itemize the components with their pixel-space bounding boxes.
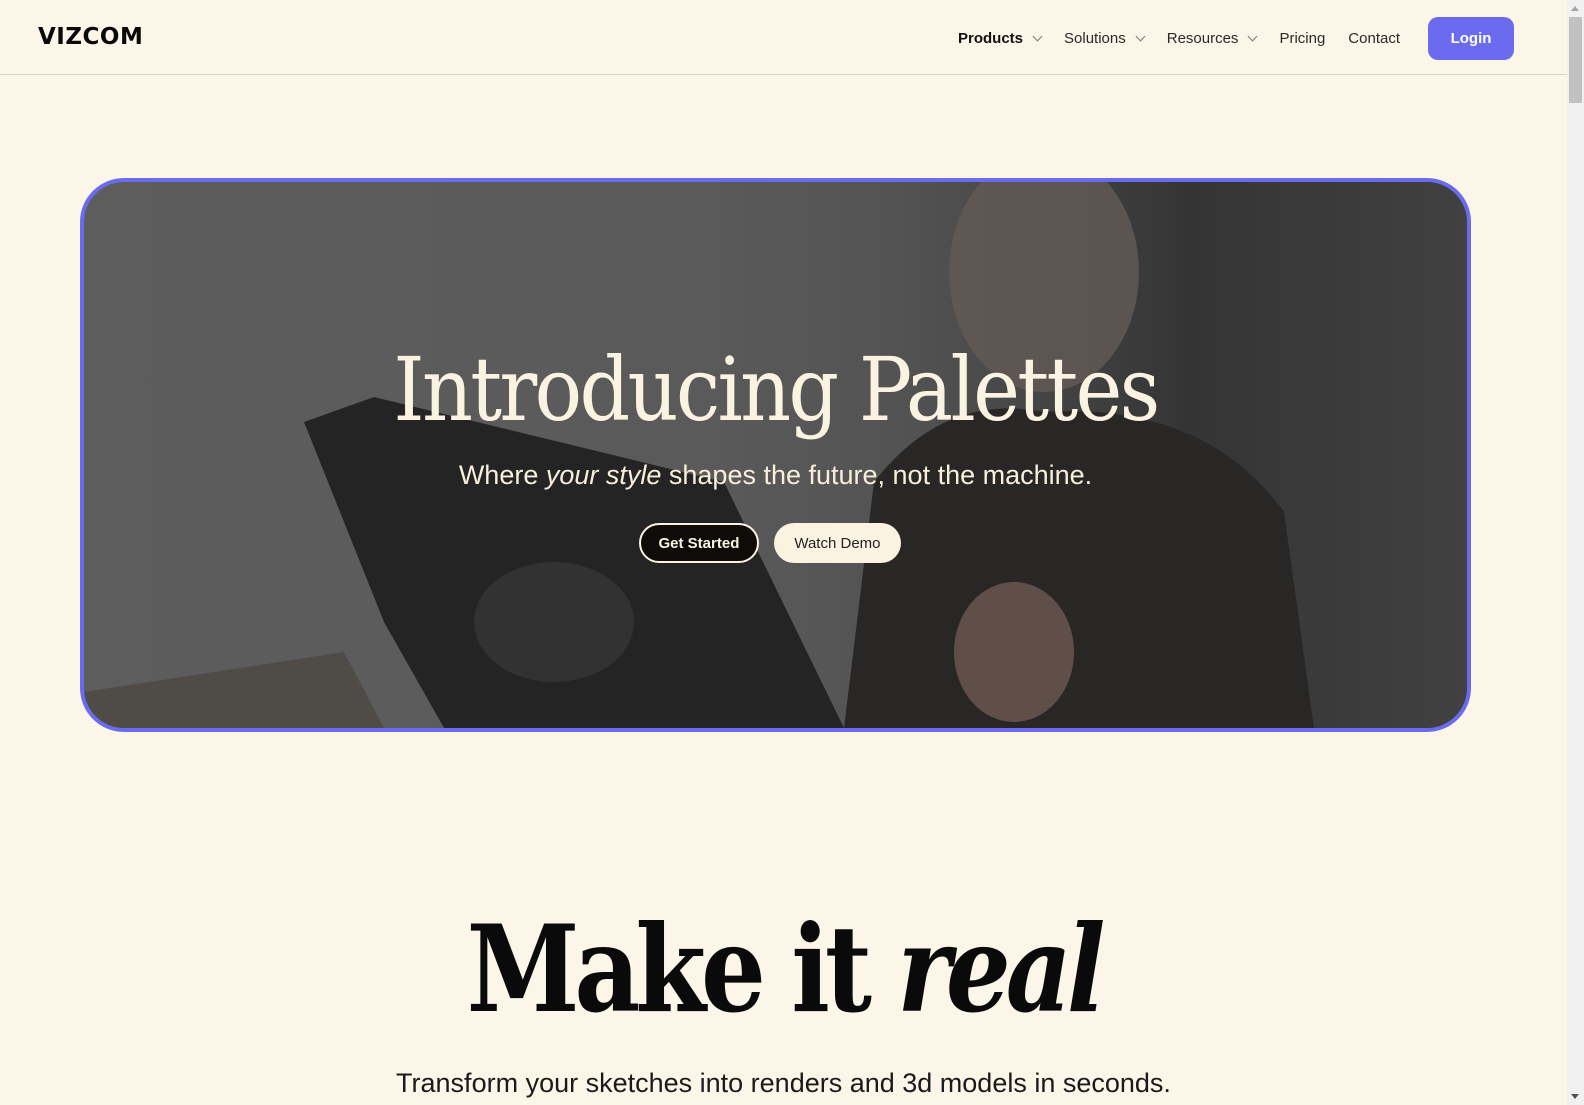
chevron-down-icon [1135, 31, 1146, 41]
watch-demo-button[interactable]: Watch Demo [774, 523, 901, 563]
scroll-down-arrow-icon[interactable] [1571, 1094, 1579, 1099]
hero-video-banner[interactable]: Introducing Palettes Where your style sh… [80, 178, 1471, 732]
hero-subtitle: Where your style shapes the future, not … [84, 460, 1467, 491]
nav-resources-label: Resources [1166, 29, 1239, 47]
vizcom-logo[interactable]: VIZCOM [38, 24, 143, 50]
nav-resources[interactable]: Resources [1166, 26, 1258, 50]
hero-actions: Get Started Watch Demo [84, 523, 1467, 563]
chevron-down-icon [1247, 31, 1258, 41]
section-title-plain: Make it [466, 899, 898, 1040]
nav-contact[interactable]: Contact [1348, 26, 1400, 50]
hero-subtitle-part: shapes the future, not the machine. [661, 460, 1093, 490]
nav-pricing[interactable]: Pricing [1279, 26, 1325, 50]
hero-subtitle-emphasis: your style [545, 460, 662, 490]
page-scrollbar[interactable] [1567, 0, 1584, 1105]
section-title-emphasis: real [897, 899, 1105, 1040]
scroll-thumb[interactable] [1569, 17, 1582, 103]
nav-contact-label: Contact [1348, 29, 1400, 47]
nav-products-label: Products [958, 29, 1024, 47]
hero-overlay [84, 182, 1467, 728]
nav-solutions-label: Solutions [1064, 29, 1126, 47]
nav-solutions[interactable]: Solutions [1064, 26, 1146, 50]
section-title: Make it real [118, 910, 1450, 1030]
nav-pricing-label: Pricing [1279, 29, 1326, 47]
main-nav: Products Solutions Resources Pricing Con… [958, 26, 1423, 50]
hero-subtitle-part: Where [458, 460, 546, 490]
page: VIZCOM Products Solutions Resources Pric… [0, 0, 1567, 1105]
section-subtitle: Transform your sketches into renders and… [396, 1068, 1171, 1098]
chevron-down-icon [1032, 31, 1043, 41]
site-header: VIZCOM Products Solutions Resources Pric… [0, 0, 1567, 75]
nav-products[interactable]: Products [958, 26, 1043, 50]
get-started-button[interactable]: Get Started [638, 523, 760, 563]
scroll-up-arrow-icon[interactable] [1571, 6, 1579, 11]
login-button[interactable]: Login [1428, 17, 1514, 60]
hero-title: Introducing Palettes [393, 338, 1160, 441]
